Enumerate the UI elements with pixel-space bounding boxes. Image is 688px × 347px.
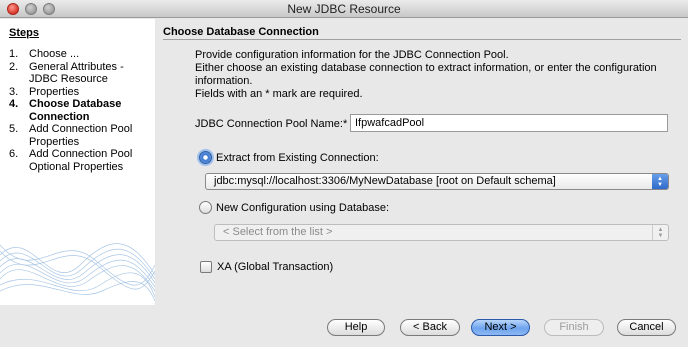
step-label: Properties <box>29 85 80 98</box>
step-item-2: 2. General Attributes - JDBC Resource <box>9 61 149 86</box>
new-config-option[interactable]: New Configuration using Database: <box>199 201 389 214</box>
next-button[interactable]: Next > <box>471 319 530 336</box>
pool-name-label: JDBC Connection Pool Name:* <box>195 118 348 130</box>
help-button[interactable]: Help <box>327 319 385 336</box>
finish-button[interactable]: Finish <box>544 319 604 336</box>
pool-name-field[interactable] <box>350 114 668 132</box>
back-button[interactable]: < Back <box>400 319 460 336</box>
xa-option[interactable]: XA (Global Transaction) <box>200 261 333 273</box>
step-number: 5. <box>9 123 19 135</box>
step-label: Choose Database Connection <box>29 98 122 123</box>
instruction-line: Provide configuration information for th… <box>195 49 509 61</box>
step-label: General Attributes - JDBC Resource <box>29 60 124 86</box>
step-item-6: 6. Add Connection Pool Optional Propertie… <box>9 148 149 173</box>
title-bar: New JDBC Resource <box>0 0 688 18</box>
cancel-button[interactable]: Cancel <box>617 319 676 336</box>
instruction-line: Either choose an existing database conne… <box>195 62 657 87</box>
step-number: 6. <box>9 148 19 160</box>
database-select-placeholder: < Select from the list > <box>223 226 333 238</box>
page-title: Choose Database Connection <box>163 26 681 40</box>
step-label: Add Connection Pool Properties <box>29 123 133 148</box>
connection-select[interactable]: jdbc:mysql://localhost:3306/MyNewDatabas… <box>205 173 669 190</box>
step-item-5: 5. Add Connection Pool Properties <box>9 123 149 148</box>
instruction-line: Fields with an * mark are required. <box>195 88 363 100</box>
extract-radio-label: Extract from Existing Connection: <box>216 151 379 164</box>
step-number: 3. <box>9 85 19 98</box>
steps-panel: Steps 1. Choose ... 2. General Attributes … <box>0 19 155 305</box>
connection-select-value: jdbc:mysql://localhost:3306/MyNewDatabas… <box>214 175 556 187</box>
xa-checkbox-label: XA (Global Transaction) <box>217 261 334 273</box>
extract-radio[interactable] <box>199 151 212 164</box>
chevron-updown-icon: ▲ ▼ <box>652 225 668 240</box>
new-config-radio[interactable] <box>199 201 212 214</box>
window-title: New JDBC Resource <box>287 2 401 16</box>
step-number: 1. <box>9 48 19 60</box>
instructions: Provide configuration information for th… <box>195 49 675 101</box>
step-label: Choose ... <box>29 48 80 60</box>
extract-option[interactable]: Extract from Existing Connection: <box>199 151 379 164</box>
step-number: 4. <box>9 98 19 110</box>
steps-heading: Steps <box>9 27 39 39</box>
decorative-wave-graphic <box>0 243 155 302</box>
step-item-4-current: 4. Choose Database Connection <box>9 98 149 123</box>
steps-list: 1. Choose ... 2. General Attributes - JDBC… <box>9 48 149 173</box>
xa-checkbox[interactable] <box>200 261 212 273</box>
chevron-updown-icon: ▲ ▼ <box>652 174 668 189</box>
new-config-radio-label: New Configuration using Database: <box>216 201 390 214</box>
step-item-1: 1. Choose ... <box>9 48 149 61</box>
step-number: 2. <box>9 60 19 73</box>
step-item-3: 3. Properties <box>9 86 149 99</box>
database-select[interactable]: < Select from the list > ▲ ▼ <box>214 224 669 241</box>
step-label: Add Connection Pool Optional Properties <box>29 148 133 173</box>
